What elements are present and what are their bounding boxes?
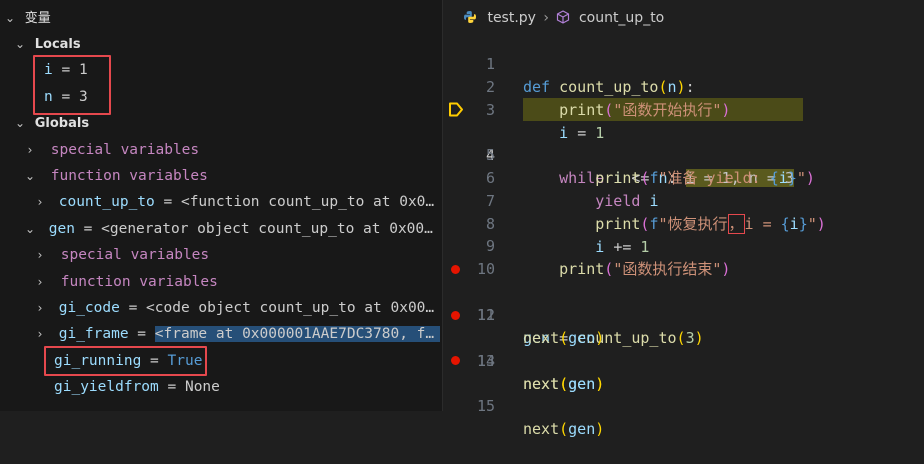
variable-gi-code[interactable]: › gi_code = <code object count_up_to at … bbox=[34, 295, 440, 321]
variable-gi-yieldfrom[interactable]: gi_yieldfrom = None bbox=[54, 374, 220, 400]
gi-running-highlight-box bbox=[44, 346, 207, 376]
chevron-right-icon: › bbox=[37, 195, 43, 209]
code-line-7[interactable]: 7 print(f"恢复执行，i = {i}") bbox=[443, 167, 924, 234]
breakpoint-icon[interactable] bbox=[451, 265, 460, 274]
breadcrumb: test.py › count_up_to bbox=[463, 6, 664, 30]
python-file-icon bbox=[464, 11, 476, 23]
chevron-right-icon: › bbox=[37, 275, 43, 289]
chevron-down-icon: ⌄ bbox=[4, 11, 16, 25]
variable-count-up-to[interactable]: › count_up_to = <function count_up_to at… bbox=[34, 189, 440, 215]
chevron-right-icon: › bbox=[27, 143, 33, 157]
chevron-right-icon: › bbox=[37, 248, 43, 262]
code-line-1[interactable]: 1 def count_up_to(n): bbox=[443, 30, 924, 96]
code-line-5[interactable]: 5 print(f"准备 yield: {i}") bbox=[443, 121, 924, 187]
code-line-11[interactable]: 11 gen = count_up_to(3) bbox=[443, 258, 924, 347]
chevron-right-icon: › bbox=[543, 10, 550, 26]
breadcrumb-file[interactable]: test.py bbox=[487, 10, 536, 26]
code-line-10[interactable]: 10 bbox=[443, 235, 924, 278]
chevron-down-icon: ⌄ bbox=[14, 37, 26, 51]
breadcrumb-symbol[interactable]: count_up_to bbox=[579, 10, 664, 26]
chevron-right-icon: › bbox=[37, 301, 43, 315]
code-line-13[interactable]: 13 next(gen) bbox=[443, 304, 924, 393]
variables-panel: ⌄ 变量 ⌄ Locals i = 1 n = 3 ⌄ Globals › sp… bbox=[0, 0, 442, 411]
locals-highlight-box bbox=[33, 55, 111, 115]
variables-header[interactable]: ⌄ 变量 bbox=[4, 5, 51, 31]
code-line-15[interactable]: 15 next(gen) bbox=[443, 349, 924, 438]
debug-current-line-icon bbox=[449, 102, 463, 117]
editor-pane: test.py › count_up_to 1 def count_up_to(… bbox=[443, 0, 924, 438]
gen-special-variables[interactable]: › special variables bbox=[34, 242, 210, 268]
code-line-4[interactable]: 4 while i <= n: i = 1, n = 3 bbox=[443, 98, 924, 187]
code-line-2[interactable]: 2 print("函数开始执行") bbox=[443, 53, 924, 119]
code-line-8[interactable]: 8 i += 1 bbox=[443, 190, 924, 256]
code-line-14[interactable]: 14 next(gen) bbox=[443, 327, 924, 393]
breakpoint-icon[interactable] bbox=[451, 356, 460, 365]
scope-locals[interactable]: ⌄ Locals bbox=[14, 31, 81, 57]
gen-function-variables[interactable]: › function variables bbox=[34, 269, 218, 295]
chevron-down-icon: ⌄ bbox=[24, 222, 36, 236]
group-function-variables[interactable]: ⌄ function variables bbox=[24, 163, 208, 189]
symbol-method-icon bbox=[557, 10, 570, 24]
code-line-12[interactable]: 12 next(gen) bbox=[443, 281, 924, 347]
variable-gi-frame[interactable]: › gi_frame = <frame at 0x000001AAE7DC378… bbox=[34, 321, 440, 347]
group-special-variables[interactable]: › special variables bbox=[24, 137, 200, 163]
code-line-9[interactable]: 9 print("函数执行结束") bbox=[443, 212, 924, 278]
chevron-right-icon: › bbox=[37, 327, 43, 341]
chevron-down-icon: ⌄ bbox=[14, 116, 26, 130]
variable-gen[interactable]: ⌄ gen = <generator object count_up_to at… bbox=[24, 216, 440, 242]
code-line-6[interactable]: 6 yield i bbox=[443, 144, 924, 210]
vscode-debug-window: ⌄ 变量 ⌄ Locals i = 1 n = 3 ⌄ Globals › sp… bbox=[0, 0, 924, 438]
chevron-down-icon: ⌄ bbox=[24, 169, 36, 183]
code-line-3[interactable]: 3 i = 1 bbox=[443, 76, 924, 142]
breakpoint-icon[interactable] bbox=[451, 311, 460, 320]
